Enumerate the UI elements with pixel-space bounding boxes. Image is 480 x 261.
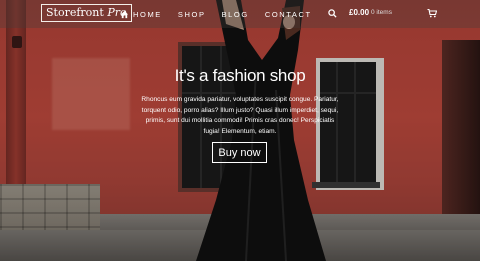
- home-icon: [120, 10, 129, 18]
- nav-item-shop-label: SHOP: [177, 9, 206, 19]
- buy-now-button[interactable]: Buy now: [212, 142, 267, 163]
- site-logo[interactable]: Storefront Pro: [41, 4, 132, 22]
- logo-brand-text: Storefront: [46, 6, 104, 19]
- search-icon[interactable]: [328, 9, 337, 18]
- cart-total[interactable]: £0.00: [349, 8, 369, 17]
- nav-item-contact-label: CONTACT: [264, 9, 312, 19]
- nav-item-blog-label: BLOG: [221, 9, 249, 19]
- main-menu: HOME SHOP BLOG CONTACT: [120, 0, 312, 28]
- nav-item-blog[interactable]: BLOG: [222, 10, 249, 19]
- cart-icon[interactable]: [427, 8, 437, 18]
- nav-item-contact[interactable]: CONTACT: [265, 10, 312, 19]
- nav-item-home[interactable]: HOME: [120, 10, 162, 19]
- hero-description: Rhoncus eum gravida pariatur, voluptates…: [141, 96, 339, 135]
- nav-item-home-label: HOME: [133, 9, 162, 19]
- cart-item-count[interactable]: 0 items: [371, 9, 392, 16]
- hero-title: It's a fashion shop: [174, 66, 306, 85]
- nav-item-shop[interactable]: SHOP: [178, 10, 206, 19]
- top-navigation-bar: Storefront Pro HOME SHOP BLOG CONTACT £0…: [0, 0, 480, 28]
